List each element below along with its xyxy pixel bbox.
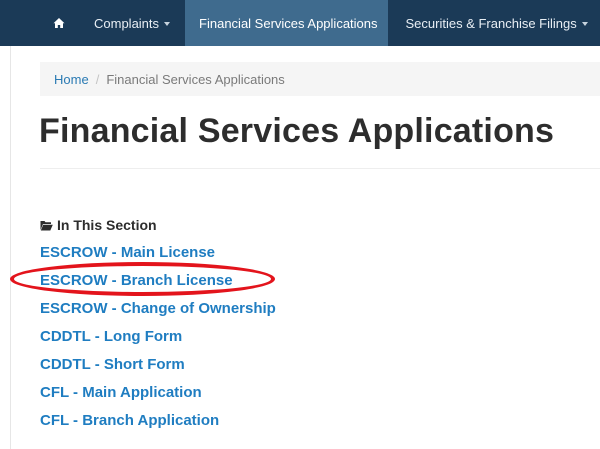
nav-complaints-dropdown[interactable]: Complaints xyxy=(78,0,185,46)
nav-financial-services-label: Financial Services Applications xyxy=(199,15,378,31)
caret-down-icon xyxy=(164,21,171,26)
section-heading-label: In This Section xyxy=(57,217,157,233)
nav-securities-label: Securities & Franchise Filings xyxy=(405,15,577,31)
caret-down-icon xyxy=(581,21,588,26)
link-cfl-main-application[interactable]: CFL - Main Application xyxy=(40,383,276,411)
breadcrumb-current: Financial Services Applications xyxy=(106,71,285,87)
top-navbar: Complaints Financial Services Applicatio… xyxy=(0,0,600,46)
nav-complaints-label: Complaints xyxy=(94,15,160,31)
link-cddtl-short-form[interactable]: CDDTL - Short Form xyxy=(40,355,276,383)
page-title: Financial Services Applications xyxy=(39,112,555,150)
breadcrumb-home-link[interactable]: Home xyxy=(54,72,89,87)
section-heading: In This Section xyxy=(40,217,157,233)
link-escrow-change-of-ownership[interactable]: ESCROW - Change of Ownership xyxy=(40,299,276,327)
link-cfl-branch-application[interactable]: CFL - Branch Application xyxy=(40,411,276,439)
breadcrumb: Home / Financial Services Applications xyxy=(40,62,600,96)
folder-open-icon xyxy=(40,220,53,230)
breadcrumb-separator: / xyxy=(95,71,100,87)
home-nav-link[interactable] xyxy=(40,0,78,46)
link-cddtl-long-form[interactable]: CDDTL - Long Form xyxy=(40,327,276,355)
nav-financial-services[interactable]: Financial Services Applications xyxy=(185,0,388,46)
title-divider xyxy=(40,168,600,169)
content-left-border xyxy=(10,46,11,449)
nav-securities-dropdown[interactable]: Securities & Franchise Filings xyxy=(388,0,598,46)
red-ellipse-annotation xyxy=(10,262,275,296)
home-icon xyxy=(53,18,65,28)
